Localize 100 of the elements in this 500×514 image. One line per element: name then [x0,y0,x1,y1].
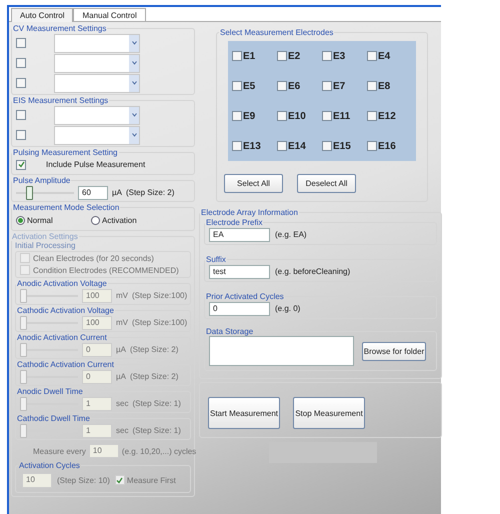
step-size-label: (Step Size: 1) [132,426,181,435]
electrode-label: E3 [333,50,346,62]
measurement-button[interactable]: Stop Measurement [293,397,365,429]
browse-button[interactable]: Browse for folder [362,342,426,360]
hint-label: (e.g. EA) [275,230,307,239]
checkbox[interactable] [16,78,26,88]
tab[interactable]: Auto Control [11,8,74,22]
checkbox[interactable] [367,81,377,91]
step-size-label: (Step Size: 1) [132,399,181,408]
text-field[interactable]: test [209,264,270,278]
slider[interactable] [16,186,74,200]
checkbox[interactable] [16,130,26,140]
dropdown[interactable] [54,54,140,72]
field-title: Suffix [205,255,227,264]
folder-path-field[interactable] [209,336,354,366]
text-field[interactable]: 0 [209,302,270,316]
dropdown[interactable] [54,34,140,52]
dropdown[interactable] [54,126,140,144]
step-size-label: (Step Size: 2) [130,345,178,354]
unit-label: mV [116,291,128,300]
dropdown[interactable] [54,74,140,92]
checkbox[interactable] [16,38,26,48]
select-button[interactable]: Select All [224,174,283,192]
electrode-label: E14 [288,140,306,152]
hint-label: (e.g. 0) [275,304,300,313]
section-title: Initial Processing [15,241,76,250]
electrode-label: E5 [243,80,256,92]
checkbox[interactable] [232,141,242,151]
field-title: Electrode Prefix [205,218,264,227]
group-title: Cathodic Dwell Time [16,414,91,423]
field-title: Prior Activated Cycles [205,292,285,301]
chevron-down-icon [132,133,136,137]
group-title: Cathodic Activation Voltage [16,306,115,315]
checkbox[interactable] [232,81,242,91]
checkbox[interactable] [277,81,287,91]
chevron-down-icon [132,41,136,45]
field-title: Data Storage [205,327,254,336]
checkbox-label: Measure First [126,476,176,484]
group-title: Activation Settings [11,232,79,241]
text-field[interactable]: EA [209,228,270,242]
checkbox[interactable] [277,141,287,151]
chevron-down-icon [132,81,136,85]
electrode-label: E7 [333,80,346,92]
checkbox[interactable] [16,160,26,170]
dropdown[interactable] [54,106,140,124]
unit-label: µA [116,345,126,354]
value-field[interactable]: 60 [78,186,108,200]
checkbox[interactable] [322,141,332,151]
step-size-label: (Step Size:100) [132,318,188,327]
chevron-down-icon [132,113,136,117]
radio-button[interactable] [16,216,25,224]
radio-button[interactable] [91,216,100,224]
group-title: Anodic Activation Current [16,333,108,342]
select-button[interactable]: Deselect All [297,174,356,192]
electrode-label: E9 [243,110,256,122]
step-size-label: (Step Size: 2) [130,372,178,381]
group-title: Anodic Activation Voltage [16,279,108,288]
group-title: Select Measurement Electrodes [219,28,334,37]
radio-label: Normal [27,216,53,224]
tab[interactable]: Manual Control [73,8,146,21]
electrode-label: E13 [243,140,261,152]
checkbox[interactable] [277,111,287,121]
unit-label: µA [116,372,126,381]
electrode-label: E6 [288,80,300,92]
checkbox[interactable] [367,111,377,121]
checkbox[interactable] [322,111,332,121]
checkbox[interactable] [322,81,332,91]
checkbox[interactable] [322,51,332,61]
checkbox[interactable] [16,58,26,68]
group-title: Pulse Amplitude [12,176,72,185]
unit-label: sec [116,399,128,408]
checkbox[interactable] [16,110,26,120]
radio-label: Activation [102,216,137,224]
measure-every-label: Measure every [33,446,86,456]
checkbox-label: Include Pulse Measurement [46,160,146,169]
chevron-down-icon [132,61,136,65]
group-title: Pulsing Measurement Setting [12,148,118,157]
hint-label: (e.g. beforeCleaning) [275,267,350,276]
group-title: Anodic Dwell Time [16,387,84,396]
electrode-label: E12 [378,110,396,122]
electrode-label: E8 [378,80,390,92]
step-size-label: (Step Size: 10) [57,476,110,484]
unit-label: sec [116,426,128,435]
group-title: Cathodic Activation Current [16,360,115,369]
checkbox-label: Condition Electrodes (RECOMMENDED) [33,266,179,274]
electrode-label: E4 [378,50,390,62]
checkbox[interactable] [277,51,287,61]
group-title: CV Measurement Settings [12,24,108,33]
checkbox[interactable] [232,111,242,121]
electrode-label: E10 [288,110,306,122]
checkbox-label: Clean Electrodes (for 20 seconds) [33,254,154,262]
measurement-button[interactable]: Start Measurement [208,397,280,429]
checkbox[interactable] [367,141,377,151]
group-title: Activation Cycles [18,461,81,470]
electrode-label: E1 [243,50,256,62]
checkbox[interactable] [367,51,377,61]
electrode-label: E15 [333,140,351,152]
unit-label: mV [116,318,128,327]
electrode-label: E11 [333,110,350,122]
checkbox[interactable] [232,51,242,61]
